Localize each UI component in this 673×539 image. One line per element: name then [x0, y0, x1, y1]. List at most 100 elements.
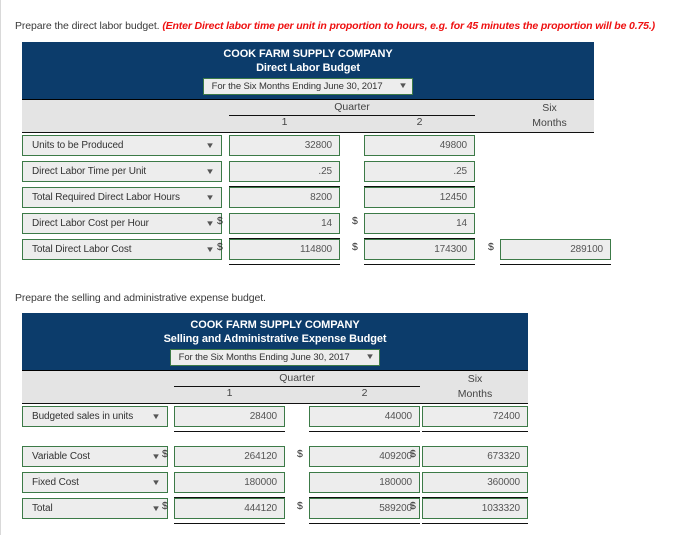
chevron-down-icon: ▼ — [151, 478, 161, 487]
account-dropdown[interactable]: Units to be Produced ▼ — [22, 135, 222, 156]
table-row: Budgeted sales in units ▼ 28400 44000 72400 — [22, 406, 528, 428]
chevron-down-icon: ▼ — [151, 504, 161, 513]
account-dropdown[interactable]: Direct Labor Cost per Hour ▼ — [22, 213, 222, 234]
chevron-down-icon: ▼ — [397, 81, 408, 90]
table2-period-label: For the Six Months Ending June 30, 2017 — [178, 352, 350, 363]
currency-symbol: $ — [217, 215, 223, 227]
amount-input-quarter-2[interactable]: 12450 — [364, 187, 475, 208]
table-row: Variable Cost ▼ $264120 $409200 $673320 — [22, 446, 528, 468]
amount-input-six-months[interactable]: 289100 — [500, 239, 611, 260]
chevron-down-icon: ▼ — [364, 352, 375, 361]
instruction-hint-1: (Enter Direct labor time per unit in pro… — [162, 20, 655, 32]
six-months-line1: Six — [542, 102, 557, 114]
account-dropdown-label: Fixed Cost — [32, 477, 79, 488]
account-dropdown[interactable]: Total Direct Labor Cost ▼ — [22, 239, 222, 260]
six-months-line1: Six — [467, 373, 483, 385]
amount-input-quarter-1[interactable]: .25 — [229, 161, 340, 182]
currency-symbol: $ — [297, 500, 303, 512]
worksheet-page: Prepare the direct labor budget. (Enter … — [0, 0, 673, 535]
six-months-line2: Months — [457, 388, 493, 400]
column-header-six-months: Six Months — [488, 101, 611, 131]
table2-column-headers: Quarter 1 2 Six Months — [22, 371, 528, 404]
amount-input-quarter-2[interactable]: 49800 — [364, 135, 475, 156]
amount-input-quarter-1[interactable]: 264120 — [174, 446, 285, 467]
account-dropdown[interactable]: Variable Cost ▼ — [22, 446, 168, 467]
currency-symbol: $ — [488, 241, 494, 253]
instruction-selling-admin: Prepare the selling and administrative e… — [15, 292, 266, 304]
table2-budget-title: Selling and Administrative Expense Budge… — [163, 333, 387, 345]
amount-input-quarter-1[interactable]: 180000 — [174, 472, 285, 493]
chevron-down-icon: ▼ — [205, 193, 215, 202]
chevron-down-icon: ▼ — [205, 245, 215, 254]
amount-input-six-months[interactable]: 72400 — [422, 406, 528, 427]
subtotal-rule — [500, 264, 611, 265]
currency-symbol: $ — [410, 448, 416, 460]
currency-symbol: $ — [297, 448, 303, 460]
table-row: Total ▼ $444120 $589200 $1033320 — [22, 498, 528, 520]
chevron-down-icon: ▼ — [205, 219, 215, 228]
chevron-down-icon: ▼ — [151, 412, 161, 421]
amount-input-quarter-2[interactable]: 14 — [364, 213, 475, 234]
table-row: Units to be Produced ▼ 32800 49800 — [22, 135, 594, 157]
amount-input-quarter-1[interactable]: 114800 — [229, 239, 340, 260]
direct-labor-budget-table: COOK FARM SUPPLY COMPANY Direct Labor Bu… — [22, 42, 611, 265]
instruction-text-1: Prepare the direct labor budget. — [15, 20, 160, 32]
account-dropdown[interactable]: Fixed Cost ▼ — [22, 472, 168, 493]
table1-rows: Units to be Produced ▼ 32800 49800 Direct La… — [22, 133, 611, 265]
six-months-line2: Months — [532, 117, 567, 129]
currency-symbol: $ — [162, 500, 168, 512]
amount-input-six-months[interactable]: 360000 — [422, 472, 528, 493]
instruction-direct-labor: Prepare the direct labor budget. (Enter … — [15, 20, 655, 32]
subtotal-rule — [422, 431, 528, 432]
table1-period-dropdown[interactable]: For the Six Months Ending June 30, 2017 ▼ — [202, 78, 414, 95]
account-dropdown-label: Total Required Direct Labor Hours — [32, 192, 180, 203]
table2-rows: Budgeted sales in units ▼ 28400 44000 72400 V… — [22, 404, 528, 539]
amount-input-quarter-2[interactable]: 44000 — [309, 406, 420, 427]
subtotal-rule — [309, 523, 420, 524]
account-dropdown-label: Total Direct Labor Cost — [32, 244, 132, 255]
currency-symbol: $ — [217, 241, 223, 253]
currency-symbol: $ — [352, 215, 358, 227]
table1-column-headers: Quarter 1 2 Six Months — [22, 100, 594, 133]
subtotal-rule — [174, 523, 285, 524]
table1-budget-title: Direct Labor Budget — [256, 62, 360, 74]
quarter-group-header: Quarter — [334, 101, 370, 113]
amount-input-quarter-1[interactable]: 14 — [229, 213, 340, 234]
column-header-six-months: Six Months — [422, 372, 528, 402]
account-dropdown-label: Direct Labor Time per Unit — [32, 166, 147, 177]
amount-input-quarter-2[interactable]: 180000 — [309, 472, 420, 493]
column-header-1: 1 — [226, 387, 233, 399]
subtotal-rule — [309, 431, 420, 432]
currency-symbol: $ — [162, 448, 168, 460]
amount-input-quarter-2[interactable]: .25 — [364, 161, 475, 182]
amount-input-quarter-1[interactable]: 8200 — [229, 187, 340, 208]
amount-input-six-months[interactable]: 673320 — [422, 446, 528, 467]
table1-company-name: COOK FARM SUPPLY COMPANY — [223, 48, 393, 60]
quarter-group-header: Quarter — [279, 372, 315, 384]
amount-input-quarter-1[interactable]: 32800 — [229, 135, 340, 156]
subtotal-rule — [364, 264, 475, 265]
amount-input-quarter-1[interactable]: 444120 — [174, 498, 285, 519]
table2-period-dropdown[interactable]: For the Six Months Ending June 30, 2017 ▼ — [169, 349, 381, 366]
account-dropdown-label: Variable Cost — [32, 451, 90, 462]
table-row: Direct Labor Time per Unit ▼ .25 .25 — [22, 161, 594, 183]
account-dropdown[interactable]: Total ▼ — [22, 498, 168, 519]
account-dropdown-label: Total — [32, 503, 53, 514]
amount-input-six-months[interactable]: 1033320 — [422, 498, 528, 519]
table-row: Total Required Direct Labor Hours ▼ 8200 12… — [22, 187, 594, 209]
column-header-2: 2 — [416, 116, 423, 128]
currency-symbol: $ — [410, 500, 416, 512]
amount-input-quarter-2[interactable]: 589200 — [309, 498, 420, 519]
chevron-down-icon: ▼ — [205, 167, 215, 176]
column-header-2: 2 — [361, 387, 368, 399]
account-dropdown[interactable]: Direct Labor Time per Unit ▼ — [22, 161, 222, 182]
amount-input-quarter-2[interactable]: 174300 — [364, 239, 475, 260]
account-dropdown[interactable]: Budgeted sales in units ▼ — [22, 406, 168, 427]
account-dropdown[interactable]: Total Required Direct Labor Hours ▼ — [22, 187, 222, 208]
table-row: Total Direct Labor Cost ▼ $114800 $174300 $2… — [22, 239, 611, 261]
table2-company-name: COOK FARM SUPPLY COMPANY — [190, 319, 360, 331]
amount-input-quarter-1[interactable]: 28400 — [174, 406, 285, 427]
table1-period-label: For the Six Months Ending June 30, 2017 — [211, 81, 383, 92]
account-dropdown-label: Budgeted sales in units — [32, 411, 134, 422]
amount-input-quarter-2[interactable]: 409200 — [309, 446, 420, 467]
